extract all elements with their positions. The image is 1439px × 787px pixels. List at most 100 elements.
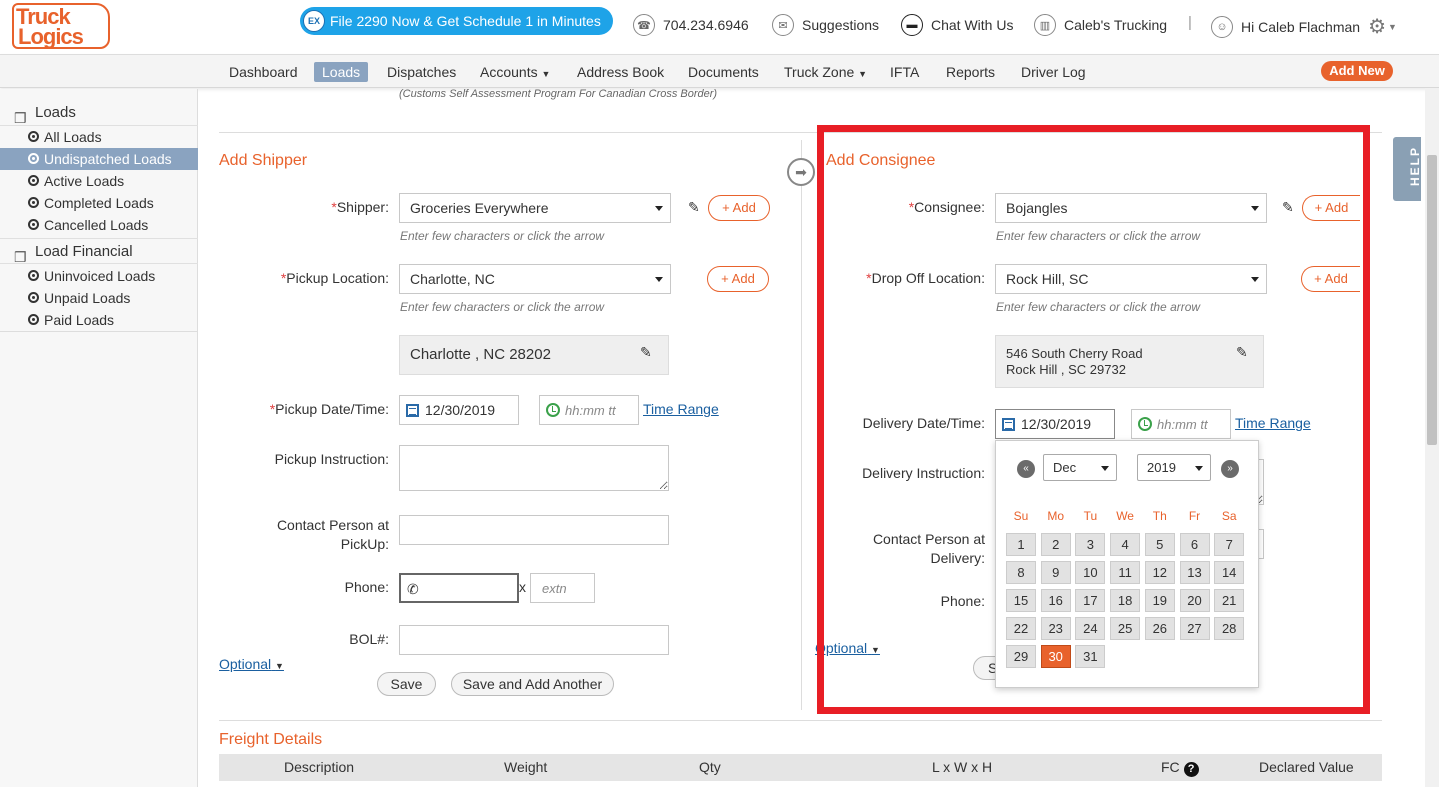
- help-label: HELP: [1408, 145, 1423, 187]
- pickup-instruction-textarea[interactable]: [399, 445, 669, 491]
- shipper-optional-toggle[interactable]: Optional ▼: [219, 656, 284, 672]
- day-cell[interactable]: 12: [1144, 561, 1175, 584]
- day-cell[interactable]: 14: [1214, 561, 1245, 584]
- day-cell[interactable]: 7: [1214, 533, 1245, 556]
- day-cell-selected[interactable]: 30: [1040, 645, 1071, 668]
- phone-input[interactable]: ✆: [399, 573, 519, 603]
- pickup-location-select[interactable]: Charlotte, NC: [399, 264, 671, 294]
- edit-shipper-pencil-icon[interactable]: ✎: [688, 199, 700, 216]
- weekday-label: Tu: [1083, 509, 1098, 523]
- add-pickup-location-button[interactable]: + Add: [707, 266, 769, 292]
- day-cell[interactable]: 18: [1110, 589, 1141, 612]
- pickup-time-input[interactable]: hh:mm tt: [539, 395, 639, 425]
- company-link[interactable]: ▥ Caleb's Trucking: [1034, 14, 1167, 36]
- contact-pickup-input[interactable]: [399, 515, 669, 545]
- circle-dot-icon: [28, 270, 39, 281]
- pickup-date-input[interactable]: 12/30/2019: [399, 395, 519, 425]
- day-cell[interactable]: 21: [1214, 589, 1245, 612]
- day-cell[interactable]: 8: [1006, 561, 1036, 584]
- extension-input[interactable]: extn: [530, 573, 595, 603]
- day-cell[interactable]: 10: [1075, 561, 1106, 584]
- nav-dashboard[interactable]: Dashboard: [221, 62, 306, 82]
- day-cell[interactable]: 29: [1006, 645, 1036, 668]
- day-cell[interactable]: 13: [1179, 561, 1210, 584]
- add-shipper-button-label: Add: [732, 200, 756, 215]
- day-cell[interactable]: 1: [1006, 533, 1036, 556]
- nav-reports[interactable]: Reports: [938, 62, 1003, 82]
- add-shipper-title: Add Shipper: [219, 152, 308, 169]
- suggestions-link[interactable]: ✉ Suggestions: [772, 14, 879, 36]
- chat-link[interactable]: ▬ Chat With Us: [901, 14, 1013, 36]
- caret-down-icon: [1101, 466, 1109, 471]
- day-cell[interactable]: 2: [1040, 533, 1071, 556]
- day-cell[interactable]: 15: [1006, 589, 1036, 612]
- sidebar-item-paid-loads[interactable]: Paid Loads: [0, 309, 198, 331]
- col-description: Description: [284, 759, 355, 775]
- copy-arrow-right-icon[interactable]: ➡: [787, 158, 815, 186]
- nav-documents[interactable]: Documents: [680, 62, 767, 82]
- save-shipper-button[interactable]: Save: [377, 672, 436, 696]
- help-tab[interactable]: HELP: [1393, 137, 1423, 201]
- add-shipper-button[interactable]: + Add: [708, 195, 770, 221]
- day-cell[interactable]: 26: [1144, 617, 1175, 640]
- day-cell[interactable]: 17: [1075, 589, 1106, 612]
- day-cell[interactable]: 27: [1179, 617, 1210, 640]
- sidebar-item-label: All Loads: [44, 129, 102, 145]
- user-menu[interactable]: ☺ Hi Caleb Flachman ⚙ ▼: [1211, 14, 1397, 39]
- year-select[interactable]: 2019: [1137, 454, 1211, 481]
- nav-ifta[interactable]: IFTA: [882, 62, 927, 82]
- prev-month-icon[interactable]: «: [1017, 460, 1035, 478]
- day-cell[interactable]: 25: [1110, 617, 1141, 640]
- next-month-icon[interactable]: »: [1221, 460, 1239, 478]
- nav-dispatches[interactable]: Dispatches: [379, 62, 464, 82]
- day-cell[interactable]: 16: [1040, 589, 1071, 612]
- day-cell[interactable]: 24: [1075, 617, 1106, 640]
- day-cell[interactable]: 4: [1110, 533, 1141, 556]
- truck-logics-logo[interactable]: Truck Logics: [12, 3, 110, 49]
- add-pickup-location-button-label: Add: [731, 271, 755, 286]
- gear-icon[interactable]: ⚙: [1368, 14, 1386, 39]
- sidebar-item-unpaid-loads[interactable]: Unpaid Loads: [0, 287, 198, 309]
- question-icon[interactable]: ?: [1183, 762, 1199, 777]
- nav-address-book[interactable]: Address Book: [569, 62, 672, 82]
- scrollbar-thumb[interactable]: [1427, 155, 1437, 445]
- month-select[interactable]: Dec: [1043, 454, 1117, 481]
- promo-text: File 2290 Now & Get Schedule 1 in Minute…: [330, 13, 601, 29]
- sidebar-item-cancelled-loads[interactable]: Cancelled Loads: [0, 214, 198, 236]
- day-cell[interactable]: 6: [1179, 533, 1210, 556]
- day-cell[interactable]: 11: [1110, 561, 1141, 584]
- sidebar-item-undispatched-loads[interactable]: Undispatched Loads: [0, 148, 198, 170]
- nav-accounts[interactable]: Accounts ▼: [472, 62, 558, 82]
- pickup-location-hint: Enter few characters or click the arrow: [400, 300, 605, 314]
- sidebar-item-completed-loads[interactable]: Completed Loads: [0, 192, 198, 214]
- day-cell[interactable]: 9: [1040, 561, 1071, 584]
- promo-2290-button[interactable]: EX File 2290 Now & Get Schedule 1 in Min…: [300, 7, 613, 35]
- edit-address-pencil-icon[interactable]: ✎: [640, 344, 652, 361]
- day-cell[interactable]: 31: [1075, 645, 1106, 668]
- nav-loads[interactable]: Loads: [314, 62, 369, 82]
- sidebar-item-label: Completed Loads: [44, 195, 154, 211]
- day-cell[interactable]: 19: [1144, 589, 1175, 612]
- sidebar-item-all-loads[interactable]: All Loads: [0, 126, 198, 148]
- shipper-select[interactable]: Groceries Everywhere: [399, 193, 671, 223]
- sidebar-group-load-financial[interactable]: ❒ Load Financial: [0, 238, 198, 265]
- day-cell[interactable]: 28: [1214, 617, 1245, 640]
- day-cell[interactable]: 20: [1179, 589, 1210, 612]
- day-cell[interactable]: 23: [1040, 617, 1071, 640]
- bol-input[interactable]: [399, 625, 669, 655]
- plus-icon: +: [722, 200, 730, 215]
- day-cell[interactable]: 3: [1075, 533, 1106, 556]
- datepicker-popup: « Dec 2019 » Su Mo Tu We Th Fr Sa 1 2 3 4 5 6 7 8 9 10 1…: [995, 440, 1259, 688]
- day-cell[interactable]: 22: [1006, 617, 1036, 640]
- phone-link[interactable]: ☎ 704.234.6946: [633, 14, 749, 36]
- pickup-time-range-link[interactable]: Time Range: [643, 401, 719, 417]
- add-new-button[interactable]: Add New: [1321, 61, 1393, 81]
- save-and-add-another-button[interactable]: Save and Add Another: [451, 672, 614, 696]
- sidebar-item-active-loads[interactable]: Active Loads: [0, 170, 198, 192]
- nav-driver-log[interactable]: Driver Log: [1013, 62, 1094, 82]
- day-cell[interactable]: 5: [1144, 533, 1175, 556]
- nav-truck-zone[interactable]: Truck Zone ▼: [776, 62, 875, 82]
- sidebar-item-uninvoiced-loads[interactable]: Uninvoiced Loads: [0, 265, 198, 287]
- sidebar-group-loads[interactable]: ❒ Loads: [0, 100, 198, 126]
- circle-dot-icon: [28, 197, 39, 208]
